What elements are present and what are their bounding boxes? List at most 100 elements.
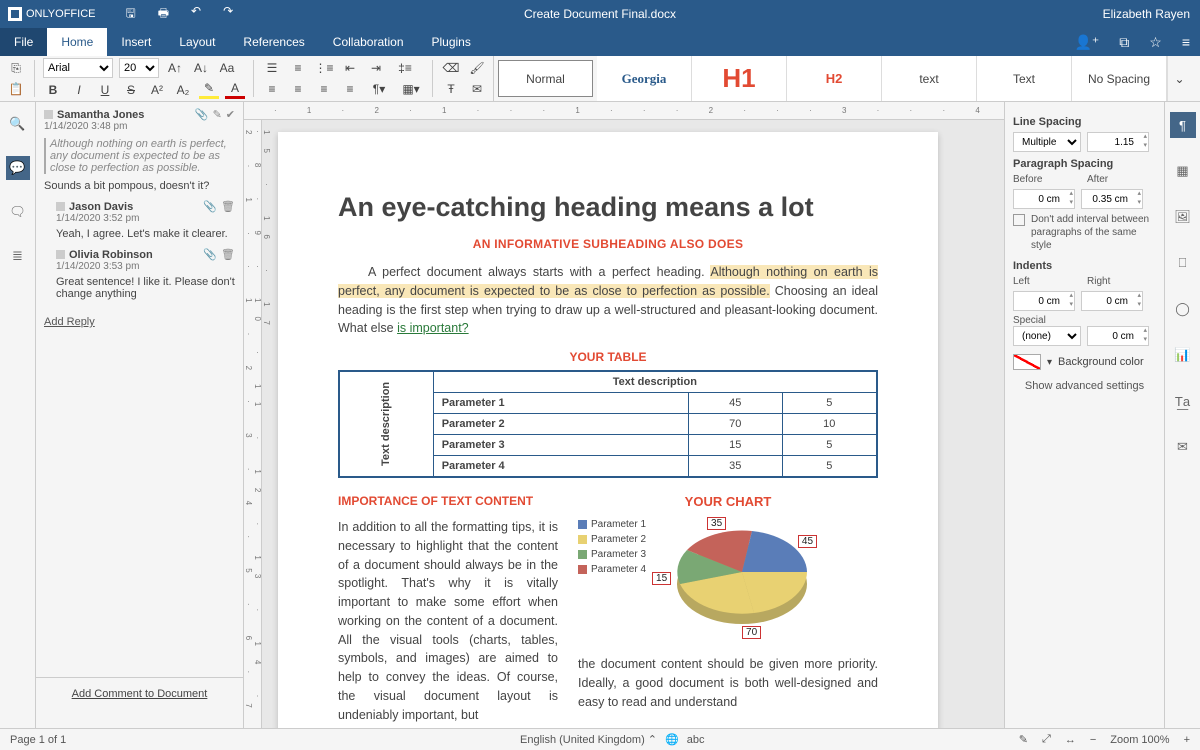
special-indent-value[interactable] [1087, 326, 1149, 346]
delete-icon[interactable]: 🗑 [221, 200, 235, 213]
decrease-font-icon[interactable]: A↓ [191, 59, 211, 77]
increase-font-icon[interactable]: A↑ [165, 59, 185, 77]
font-name-select[interactable]: Arial [43, 58, 113, 78]
copy-style-icon[interactable]: 🖌 [467, 59, 487, 77]
insert-textart-icon[interactable]: Ŧ [441, 80, 461, 98]
change-case-icon[interactable]: Aa [217, 59, 237, 77]
paragraph-2[interactable]: In addition to all the formatting tips, … [338, 518, 558, 724]
spellcheck-icon[interactable]: 🌐 [665, 733, 679, 746]
bullets-icon[interactable]: ☰ [262, 59, 282, 77]
search-icon[interactable]: 🔍 [6, 112, 30, 136]
italic-icon[interactable]: I [69, 81, 89, 99]
chart-settings-icon[interactable]: 📊 [1170, 342, 1196, 368]
fit-width-icon[interactable]: ↔ [1065, 734, 1076, 746]
attach-icon[interactable]: 📎 [195, 108, 209, 121]
style-text[interactable]: Text [977, 56, 1072, 101]
line-spacing-value[interactable] [1087, 132, 1149, 152]
navigation-icon[interactable]: ≣ [6, 244, 30, 268]
more-icon[interactable]: ≡ [1182, 34, 1190, 51]
attach-icon[interactable]: 📎 [203, 248, 217, 261]
track-changes-icon[interactable]: ✎ [1019, 733, 1028, 746]
tab-file[interactable]: File [0, 28, 47, 56]
decrease-indent-icon[interactable]: ⇤ [340, 59, 360, 77]
zoom-level[interactable]: Zoom 100% [1110, 734, 1169, 746]
shape-settings-icon[interactable]: ◯ [1170, 296, 1196, 322]
spacing-after[interactable] [1081, 189, 1143, 209]
align-justify-icon[interactable]: ≡ [340, 80, 360, 98]
tab-plugins[interactable]: Plugins [418, 28, 485, 56]
favorite-icon[interactable]: ☆ [1149, 34, 1162, 51]
document-table[interactable]: Text description Text description Parame… [338, 370, 878, 478]
table-title[interactable]: YOUR TABLE [338, 350, 878, 364]
indent-right[interactable] [1081, 291, 1143, 311]
textart-settings-icon[interactable]: T͟a [1170, 388, 1196, 414]
style-georgia[interactable]: Georgia [597, 56, 692, 101]
image-settings-icon[interactable]: 🖼 [1170, 204, 1196, 230]
spacing-before[interactable] [1013, 189, 1075, 209]
shading-icon[interactable]: ▦▾ [398, 80, 424, 98]
nonprinting-icon[interactable]: ¶▾ [366, 80, 392, 98]
paste-icon[interactable]: 📋 [6, 80, 26, 98]
edit-icon[interactable]: ✎ [213, 108, 222, 121]
align-left-icon[interactable]: ≡ [262, 80, 282, 98]
add-comment-button[interactable]: Add Comment to Document [72, 688, 208, 700]
page-count[interactable]: Page 1 of 1 [10, 734, 66, 746]
tab-home[interactable]: Home [47, 28, 107, 56]
zoom-out-icon[interactable]: − [1090, 734, 1096, 746]
chart-title[interactable]: YOUR CHART [578, 494, 878, 509]
multilevel-icon[interactable]: ⋮≡ [314, 59, 334, 77]
spellcheck-icon[interactable]: abc [687, 734, 705, 746]
resolve-icon[interactable]: ✔ [226, 108, 235, 121]
tab-collaboration[interactable]: Collaboration [319, 28, 418, 56]
superscript-icon[interactable]: A² [147, 81, 167, 99]
horizontal-ruler[interactable]: · 1 · 2 · 1 · · · 1 · · · 2 · · · 3 · · … [244, 102, 1004, 120]
indent-left[interactable] [1013, 291, 1075, 311]
mailmerge-icon[interactable]: ✉ [467, 80, 487, 98]
user-name[interactable]: Elizabeth Rayen [1103, 7, 1190, 21]
align-center-icon[interactable]: ≡ [288, 80, 308, 98]
doc-subheading[interactable]: AN INFORMATIVE SUBHEADING ALSO DOES [338, 237, 878, 251]
style-h2[interactable]: H2 [787, 56, 882, 101]
doc-heading[interactable]: An eye-catching heading means a lot [338, 192, 878, 223]
fit-page-icon[interactable]: ⤢ [1042, 733, 1051, 746]
subscript-icon[interactable]: A₂ [173, 81, 193, 99]
increase-indent-icon[interactable]: ⇥ [366, 59, 386, 77]
bold-icon[interactable]: B [43, 81, 63, 99]
advanced-settings-link[interactable]: Show advanced settings [1013, 380, 1156, 392]
add-user-icon[interactable]: 👤⁺ [1074, 34, 1099, 51]
paragraph-settings-icon[interactable]: ¶ [1170, 112, 1196, 138]
open-location-icon[interactable]: ⧉ [1119, 34, 1129, 51]
tab-insert[interactable]: Insert [107, 28, 165, 56]
bg-color-swatch[interactable] [1013, 354, 1041, 370]
comments-icon[interactable]: 💬 [6, 156, 30, 180]
tab-layout[interactable]: Layout [165, 28, 229, 56]
zoom-in-icon[interactable]: + [1184, 734, 1190, 746]
style-text-lc[interactable]: text [882, 56, 977, 101]
style-h1[interactable]: H1 [692, 56, 787, 101]
special-indent-select[interactable]: (none) [1013, 326, 1081, 346]
underline-icon[interactable]: U [95, 81, 115, 99]
attach-icon[interactable]: 📎 [203, 200, 217, 213]
paragraph-3[interactable]: the document content should be given mor… [578, 655, 878, 711]
section-heading[interactable]: IMPORTANCE OF TEXT CONTENT [338, 494, 558, 508]
font-color-icon[interactable]: A [225, 81, 245, 99]
style-nospacing[interactable]: No Spacing [1072, 56, 1167, 101]
print-icon[interactable]: 🖶 [158, 4, 169, 25]
tab-references[interactable]: References [229, 28, 318, 56]
clear-style-icon[interactable]: ⌫ [441, 59, 461, 77]
redo-icon[interactable]: ↷ [223, 4, 233, 25]
strike-icon[interactable]: S [121, 81, 141, 99]
delete-icon[interactable]: 🗑 [221, 248, 235, 261]
no-interval-checkbox[interactable]: Don't add interval between paragraphs of… [1013, 213, 1156, 252]
language-button[interactable]: English (United Kingdom) ⌃ [520, 733, 657, 746]
font-size-select[interactable]: 20 [119, 58, 159, 78]
copy-icon[interactable]: ⎘ [6, 59, 26, 77]
align-right-icon[interactable]: ≡ [314, 80, 334, 98]
styles-expand-icon[interactable]: ⌄ [1167, 56, 1191, 101]
chart[interactable]: Parameter 1 Parameter 2 Parameter 3 Para… [578, 517, 878, 647]
undo-icon[interactable]: ↶ [191, 4, 201, 25]
mailmerge-settings-icon[interactable]: ✉ [1170, 434, 1196, 460]
save-icon[interactable]: 🖫 [125, 4, 135, 25]
line-spacing-icon[interactable]: ‡≡ [392, 59, 418, 77]
header-footer-icon[interactable]: ⎕ [1170, 250, 1196, 276]
